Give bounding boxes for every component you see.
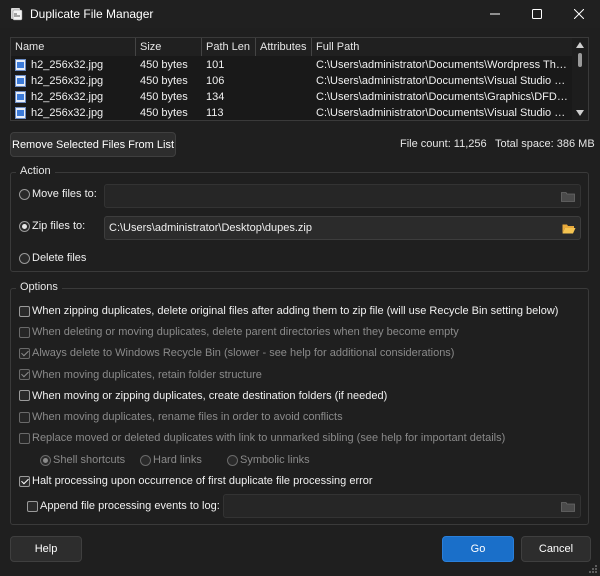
shell-shortcuts-radio[interactable]	[40, 455, 51, 466]
halt-on-error-checkbox[interactable]	[19, 476, 30, 487]
symbolic-links-label: Symbolic links	[240, 454, 310, 466]
scroll-down-icon[interactable]	[576, 110, 584, 116]
append-log-checkbox[interactable]	[27, 501, 38, 512]
create-destination-folders-label: When moving or zipping duplicates, creat…	[32, 390, 388, 402]
cell-name: h2_256x32.jpg	[31, 75, 104, 87]
app-icon	[11, 8, 23, 21]
help-button[interactable]: Help	[10, 536, 82, 562]
rename-to-avoid-conflicts-label: When moving duplicates, rename files in …	[32, 411, 343, 423]
append-log-label: Append file processing events to log:	[40, 500, 220, 512]
move-files-radio[interactable]	[19, 189, 30, 200]
column-header-attributes[interactable]: Attributes	[256, 38, 312, 56]
delete-empty-parent-dirs-label: When deleting or moving duplicates, dele…	[32, 326, 459, 338]
minimize-icon	[490, 13, 500, 15]
replace-with-link-label: Replace moved or deleted duplicates with…	[32, 432, 506, 444]
options-group-title: Options	[16, 281, 62, 293]
file-list-header: Name Size Path Len Attributes Full Path	[11, 38, 572, 56]
cell-name: h2_256x32.jpg	[31, 59, 104, 71]
cell-size: 450 bytes	[140, 107, 188, 119]
title-bar: Duplicate File Manager	[0, 0, 600, 28]
image-file-icon	[15, 91, 26, 103]
cancel-button[interactable]: Cancel	[521, 536, 591, 562]
cell-path-len: 134	[206, 91, 225, 103]
cell-path-len: 101	[206, 59, 225, 71]
duplicate-file-list[interactable]: Name Size Path Len Attributes Full Path …	[10, 37, 589, 121]
maximize-button[interactable]	[516, 0, 558, 28]
image-file-icon	[15, 107, 26, 119]
recycle-bin-label: Always delete to Windows Recycle Bin (sl…	[32, 347, 455, 359]
scroll-thumb[interactable]	[578, 53, 582, 67]
zip-files-label: Zip files to:	[32, 220, 86, 232]
delete-empty-parent-dirs-checkbox[interactable]	[19, 327, 30, 338]
options-group	[10, 288, 589, 525]
cell-full-path: C:\Users\administrator\Documents\Visual …	[316, 75, 570, 87]
table-row[interactable]: h2_256x32.jpg 450 bytes 101 C:\Users\adm…	[11, 57, 572, 73]
hard-links-label: Hard links	[153, 454, 202, 466]
create-destination-folders-checkbox[interactable]	[19, 390, 30, 401]
scroll-up-icon[interactable]	[576, 42, 584, 48]
cell-size: 450 bytes	[140, 75, 188, 87]
cell-attributes	[256, 105, 312, 120]
recycle-bin-checkbox[interactable]	[19, 348, 30, 359]
move-destination-field[interactable]	[104, 184, 581, 208]
go-button[interactable]: Go	[442, 536, 514, 562]
table-row[interactable]: h2_256x32.jpg 450 bytes 106 C:\Users\adm…	[11, 73, 572, 89]
cell-size: 450 bytes	[140, 91, 188, 103]
log-file-field[interactable]	[223, 494, 581, 518]
retain-folder-structure-checkbox[interactable]	[19, 369, 30, 380]
image-file-icon	[15, 75, 26, 87]
halt-on-error-label: Halt processing upon occurrence of first…	[32, 475, 373, 487]
cell-path-len: 106	[206, 75, 225, 87]
remove-selected-files-button[interactable]: Remove Selected Files From List	[10, 132, 176, 157]
delete-files-radio[interactable]	[19, 253, 30, 264]
image-file-icon	[15, 59, 26, 71]
zip-files-radio[interactable]	[19, 221, 30, 232]
window-title: Duplicate File Manager	[30, 7, 154, 21]
delete-originals-after-zip-label: When zipping duplicates, delete original…	[32, 305, 559, 317]
cell-attributes	[256, 89, 312, 105]
file-count: File count: 11,256	[400, 138, 487, 150]
column-header-path-len[interactable]: Path Len	[202, 38, 256, 56]
vertical-scrollbar[interactable]	[572, 38, 588, 120]
action-group-title: Action	[16, 165, 55, 177]
symbolic-links-radio[interactable]	[227, 455, 238, 466]
zip-destination-field[interactable]: C:\Users\administrator\Desktop\dupes.zip	[104, 216, 581, 240]
folder-browse-icon[interactable]	[561, 501, 575, 512]
column-header-full-path[interactable]: Full Path	[312, 38, 572, 56]
column-header-name[interactable]: Name	[11, 38, 136, 56]
table-row[interactable]: h2_256x32.jpg 450 bytes 113 C:\Users\adm…	[11, 105, 572, 120]
delete-files-label: Delete files	[32, 252, 87, 264]
column-header-size[interactable]: Size	[136, 38, 202, 56]
close-button[interactable]	[558, 0, 600, 28]
cell-size: 450 bytes	[140, 59, 188, 71]
delete-originals-after-zip-checkbox[interactable]	[19, 306, 30, 317]
replace-with-link-checkbox[interactable]	[19, 433, 30, 444]
cell-attributes	[256, 73, 312, 89]
folder-browse-icon[interactable]	[561, 191, 575, 202]
cell-full-path: C:\Users\administrator\Documents\Visual …	[316, 107, 570, 119]
retain-folder-structure-label: When moving duplicates, retain folder st…	[32, 369, 262, 381]
maximize-icon	[532, 9, 542, 19]
move-files-label: Move files to:	[32, 188, 97, 200]
total-space: Total space: 386 MB	[495, 138, 595, 150]
hard-links-radio[interactable]	[140, 455, 151, 466]
shell-shortcuts-label: Shell shortcuts	[53, 454, 126, 466]
cell-full-path: C:\Users\administrator\Documents\Wordpre…	[316, 59, 570, 71]
rename-to-avoid-conflicts-checkbox[interactable]	[19, 412, 30, 423]
minimize-button[interactable]	[474, 0, 516, 28]
cell-attributes	[256, 57, 312, 73]
table-row[interactable]: h2_256x32.jpg 450 bytes 134 C:\Users\adm…	[11, 89, 572, 105]
folder-open-icon[interactable]	[562, 223, 576, 234]
cell-name: h2_256x32.jpg	[31, 91, 104, 103]
resize-grip-icon[interactable]	[588, 564, 598, 574]
cell-path-len: 113	[206, 107, 224, 119]
cell-full-path: C:\Users\administrator\Documents\Graphic…	[316, 91, 570, 103]
close-icon	[574, 9, 584, 19]
cell-name: h2_256x32.jpg	[31, 107, 104, 119]
